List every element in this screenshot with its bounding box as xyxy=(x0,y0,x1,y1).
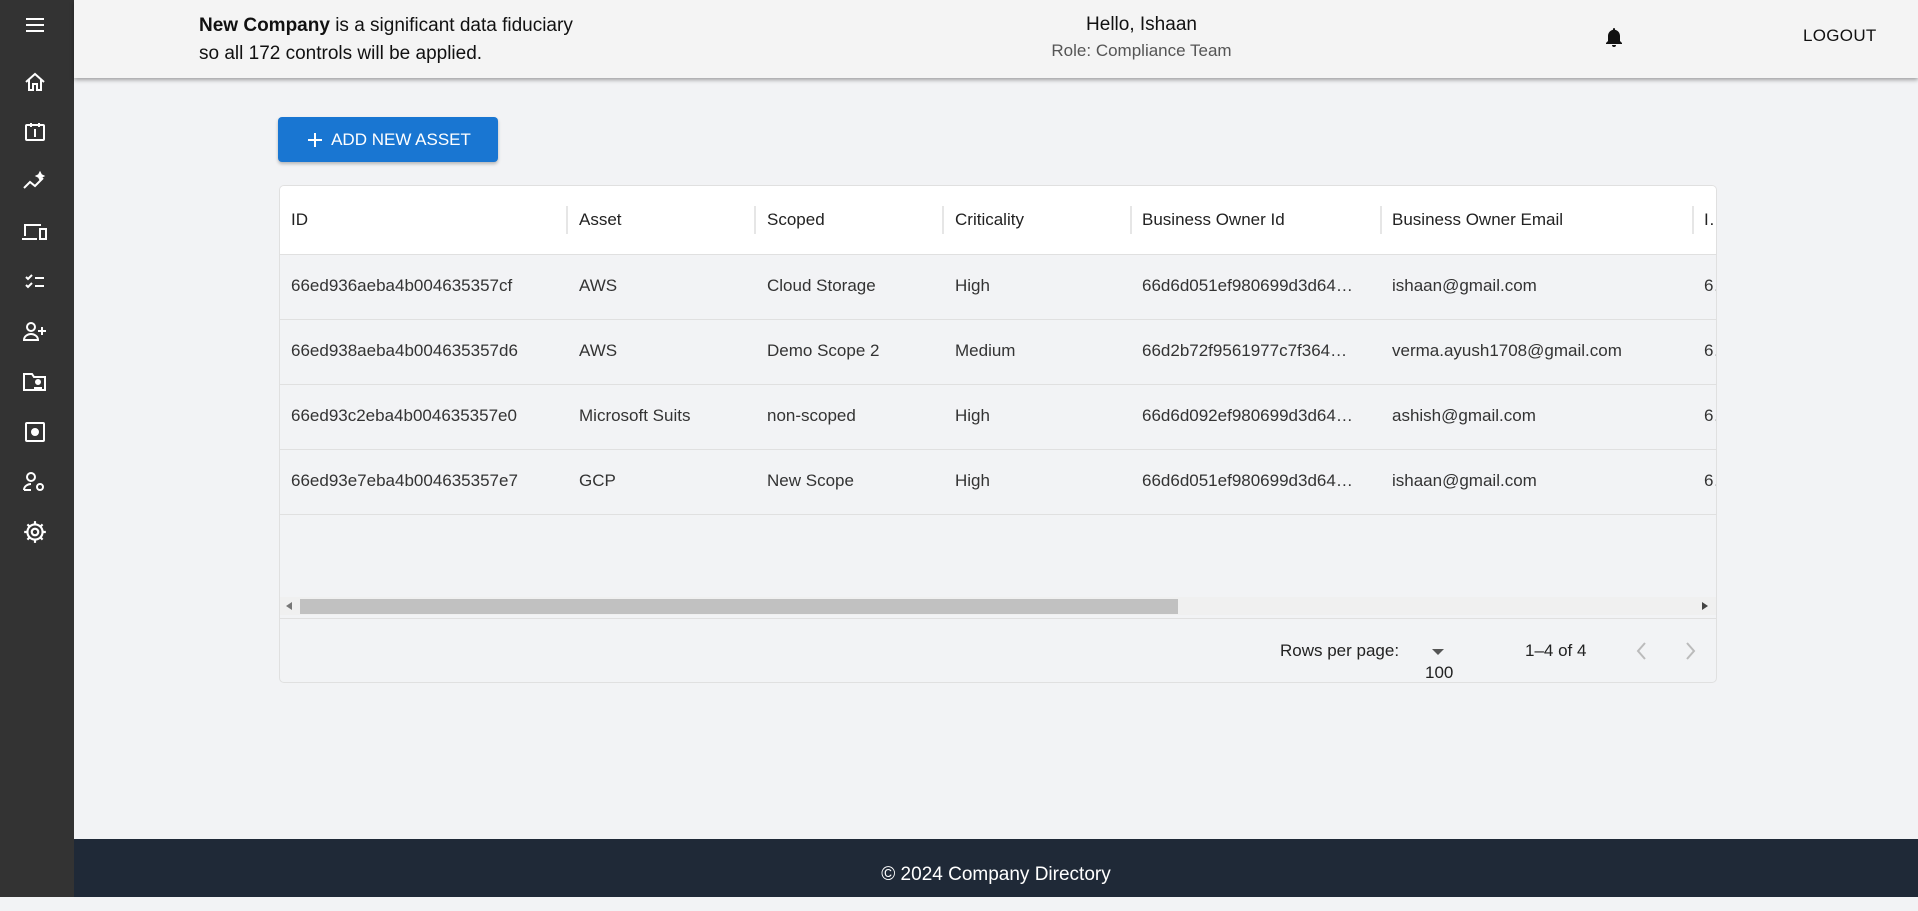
plus-icon xyxy=(308,132,323,147)
folder-user-icon[interactable] xyxy=(20,367,50,397)
column-header-criticality[interactable]: Criticality xyxy=(955,210,1024,230)
column-separator[interactable] xyxy=(1380,206,1382,234)
column-header-id[interactable]: ID xyxy=(291,210,308,230)
cell-asset: Microsoft Suits xyxy=(579,406,691,425)
column-header-business-owner-id[interactable]: Business Owner Id xyxy=(1142,210,1285,230)
settings-icon[interactable] xyxy=(20,517,50,547)
cell-business-owner-email: ishaan@gmail.com xyxy=(1392,276,1537,295)
column-separator[interactable] xyxy=(566,206,568,234)
pagination-range: 1–4 of 4 xyxy=(1525,641,1587,660)
column-separator[interactable] xyxy=(1692,206,1694,234)
greeting-text: Hello, Ishaan xyxy=(1086,14,1197,35)
add-new-asset-button[interactable]: ADD NEW ASSET xyxy=(278,117,498,162)
cell-id: 66ed93e7eba4b004635357e7 xyxy=(291,471,518,490)
add-new-asset-label: ADD NEW ASSET xyxy=(331,129,471,149)
cell-criticality: High xyxy=(955,406,990,425)
column-header-scoped[interactable]: Scoped xyxy=(767,210,825,230)
column-separator[interactable] xyxy=(754,206,756,234)
scrollbar-thumb[interactable] xyxy=(300,599,1178,614)
role-text: Role: Compliance Team xyxy=(1051,41,1232,60)
settings-box-icon[interactable] xyxy=(20,417,50,447)
cell-scoped: Cloud Storage xyxy=(767,276,876,295)
column-header-asset[interactable]: Asset xyxy=(579,210,622,230)
cell-id: 66ed938aeba4b004635357d6 xyxy=(291,341,518,360)
cell-asset: AWS xyxy=(579,341,618,360)
add-user-icon[interactable] xyxy=(20,317,50,347)
compliance-notice: New Company is a significant data fiduci… xyxy=(199,12,573,68)
sidebar xyxy=(0,0,74,897)
column-separator[interactable] xyxy=(942,206,944,234)
table-row[interactable]: 66ed938aeba4b004635357d6 AWS Demo Scope 2 M… xyxy=(280,320,1716,385)
horizontal-scrollbar[interactable] xyxy=(280,597,1716,615)
dropdown-arrow-icon xyxy=(1432,649,1444,655)
notifications-bell-icon[interactable] xyxy=(1602,24,1626,55)
notice-line-1: is a significant data fiduciary xyxy=(329,15,573,36)
cell-asset: AWS xyxy=(579,276,618,295)
rows-per-page-select[interactable]: 100 xyxy=(1425,641,1453,682)
cell-asset: GCP xyxy=(579,471,616,490)
top-header: New Company is a significant data fiduci… xyxy=(74,0,1918,78)
cell-business-owner-email: ashish@gmail.com xyxy=(1392,406,1536,425)
previous-page-icon[interactable] xyxy=(1635,641,1647,661)
cell-criticality: High xyxy=(955,471,990,490)
cell-business-owner-id: 66d6d051ef980699d3d64… xyxy=(1142,471,1353,490)
cell-criticality: Medium xyxy=(955,341,1016,360)
cell-id: 66ed93c2eba4b004635357e0 xyxy=(291,406,517,425)
logout-button[interactable]: LOGOUT xyxy=(1803,26,1877,46)
devices-icon[interactable] xyxy=(20,217,50,247)
cell-scoped: non-scoped xyxy=(767,406,856,425)
cell-criticality: High xyxy=(955,276,990,295)
cell-scoped: New Scope xyxy=(767,471,854,490)
cell-it: 66 xyxy=(1704,471,1716,490)
home-icon[interactable] xyxy=(20,67,50,97)
user-greeting: Hello, Ishaan Role: Compliance Team xyxy=(974,14,1309,61)
cell-business-owner-id: 66d6d051ef980699d3d64… xyxy=(1142,276,1353,295)
cell-it: 66 xyxy=(1704,341,1716,360)
table-row[interactable]: 66ed93e7eba4b004635357e7 GCP New Scope High… xyxy=(280,450,1716,515)
notice-line-2: so all 172 controls will be applied. xyxy=(199,43,483,64)
menu-icon[interactable] xyxy=(20,10,50,40)
assets-table: ID Asset Scoped Criticality Business Own… xyxy=(279,185,1717,683)
column-header-business-owner-email[interactable]: Business Owner Email xyxy=(1392,210,1563,230)
insights-icon[interactable] xyxy=(20,167,50,197)
cell-business-owner-id: 66d2b72f9561977c7f364… xyxy=(1142,341,1348,360)
table-row[interactable]: 66ed93c2eba4b004635357e0 Microsoft Suits n… xyxy=(280,385,1716,450)
scoreboard-icon[interactable] xyxy=(20,117,50,147)
column-separator[interactable] xyxy=(1130,206,1132,234)
table-header: ID Asset Scoped Criticality Business Own… xyxy=(280,186,1716,255)
scroll-right-arrow-icon[interactable] xyxy=(1702,602,1708,610)
cell-business-owner-email: ishaan@gmail.com xyxy=(1392,471,1537,490)
user-settings-icon[interactable] xyxy=(20,467,50,497)
column-header-it[interactable]: IT xyxy=(1704,210,1716,230)
cell-business-owner-id: 66d6d092ef980699d3d64… xyxy=(1142,406,1353,425)
table-row[interactable]: 66ed936aeba4b004635357cf AWS Cloud Storage… xyxy=(280,255,1716,320)
company-name: New Company xyxy=(199,15,330,36)
rows-per-page-value: 100 xyxy=(1425,663,1454,682)
cell-it: 66 xyxy=(1704,406,1716,425)
scroll-left-arrow-icon[interactable] xyxy=(286,602,292,610)
cell-it: 66 xyxy=(1704,276,1716,295)
checklist-icon[interactable] xyxy=(20,267,50,297)
page-footer: © 2024 Company Directory xyxy=(74,839,1918,897)
footer-text: © 2024 Company Directory xyxy=(881,864,1111,885)
cell-business-owner-email: verma.ayush1708@gmail.com xyxy=(1392,341,1622,360)
rows-per-page-label: Rows per page: xyxy=(1280,641,1400,660)
next-page-icon[interactable] xyxy=(1685,641,1697,661)
cell-scoped: Demo Scope 2 xyxy=(767,341,880,360)
cell-id: 66ed936aeba4b004635357cf xyxy=(291,276,513,295)
table-pagination: Rows per page: 100 1–4 of 4 xyxy=(280,618,1716,682)
